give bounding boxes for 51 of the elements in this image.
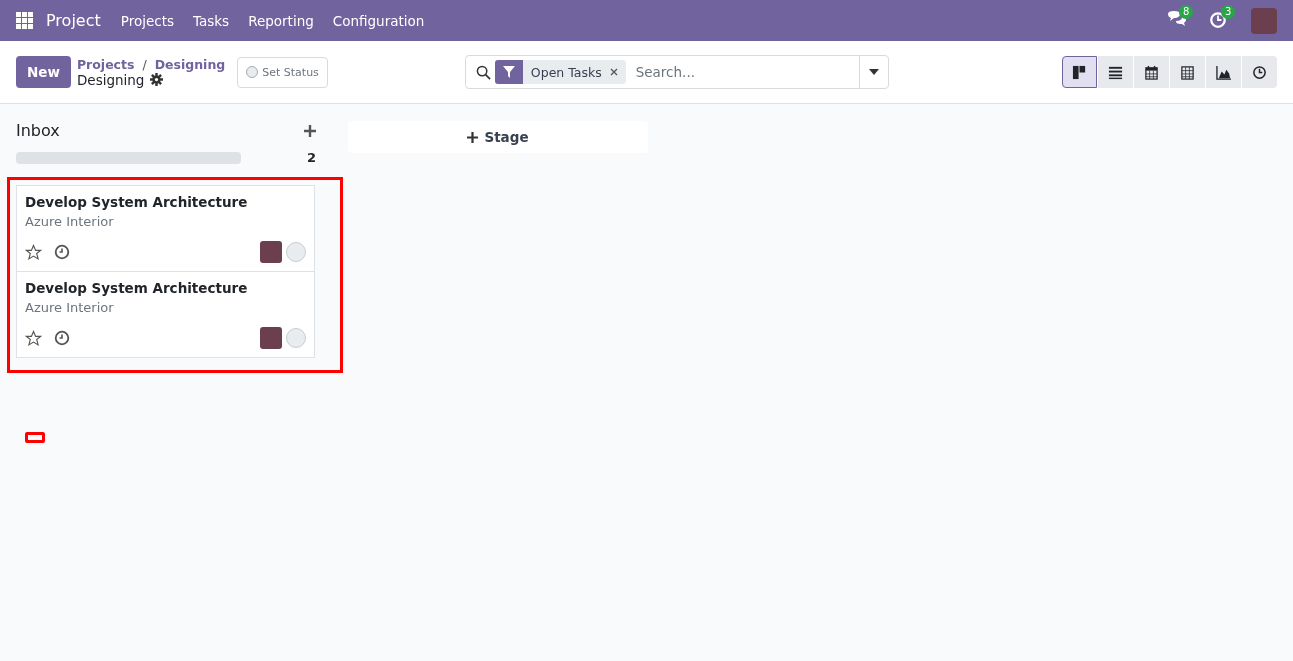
gear-icon[interactable] xyxy=(150,73,164,86)
app-grid-icon[interactable] xyxy=(16,11,34,30)
filter-icon xyxy=(502,66,515,78)
breadcrumb-separator: / xyxy=(142,56,147,72)
calendar-view-button[interactable] xyxy=(1134,56,1169,88)
pivot-icon xyxy=(1180,64,1195,80)
column-title: Inbox xyxy=(16,121,60,140)
menu-item[interactable]: Projects xyxy=(120,12,174,29)
activity-view-button[interactable] xyxy=(1242,56,1277,88)
task-title: Develop System Architecture xyxy=(25,194,249,210)
task-count: 2 xyxy=(306,150,316,165)
search-field[interactable]: Open Tasks Search... xyxy=(464,55,889,89)
set-status-button[interactable]: Set Status xyxy=(237,56,328,88)
list-icon xyxy=(1108,64,1123,80)
add-stage-button[interactable]: Stage xyxy=(348,121,648,153)
activity-count-badge: 3 xyxy=(1221,4,1236,19)
current-page-title: Designing xyxy=(76,71,145,88)
new-button[interactable]: New xyxy=(16,56,71,88)
task-card[interactable]: Develop System Architecture Azure Interior xyxy=(16,185,315,272)
clock-icon[interactable] xyxy=(54,244,70,260)
menu-item[interactable]: Tasks xyxy=(193,12,230,29)
star-icon[interactable] xyxy=(25,329,42,347)
activity-icon xyxy=(1252,64,1267,80)
assignee-avatar[interactable] xyxy=(260,241,282,263)
customer-name: Azure Interior xyxy=(25,214,115,229)
task-title: Develop System Architecture xyxy=(25,280,249,296)
menu-item[interactable]: Configuration xyxy=(332,12,425,29)
kanban-view-button[interactable] xyxy=(1062,56,1097,88)
menu-item[interactable]: Reporting xyxy=(248,12,314,29)
breadcrumb-link[interactable]: Designing xyxy=(154,56,226,72)
assignee-avatar[interactable] xyxy=(260,327,282,349)
highlight-mark xyxy=(25,432,45,443)
graph-view-button[interactable] xyxy=(1206,56,1241,88)
list-view-button[interactable] xyxy=(1098,56,1133,88)
search-icon xyxy=(475,64,491,80)
breadcrumb-link[interactable]: Projects xyxy=(76,56,135,72)
calendar-icon xyxy=(1144,64,1159,80)
plus-icon[interactable] xyxy=(304,124,316,137)
filter-facet[interactable]: Open Tasks xyxy=(494,60,626,84)
close-icon[interactable] xyxy=(609,68,618,76)
clock-icon[interactable] xyxy=(54,330,70,346)
plus-icon xyxy=(467,131,479,143)
pivot-view-button[interactable] xyxy=(1170,56,1205,88)
customer-name: Azure Interior xyxy=(25,300,115,315)
star-icon[interactable] xyxy=(25,243,42,261)
graph-icon xyxy=(1216,64,1231,80)
message-count-badge: 8 xyxy=(1179,4,1194,19)
app-name[interactable]: Project xyxy=(46,11,101,30)
kanban-icon xyxy=(1072,64,1087,80)
caret-icon[interactable] xyxy=(868,69,879,75)
task-card[interactable]: Develop System Architecture Azure Interior xyxy=(16,271,315,358)
